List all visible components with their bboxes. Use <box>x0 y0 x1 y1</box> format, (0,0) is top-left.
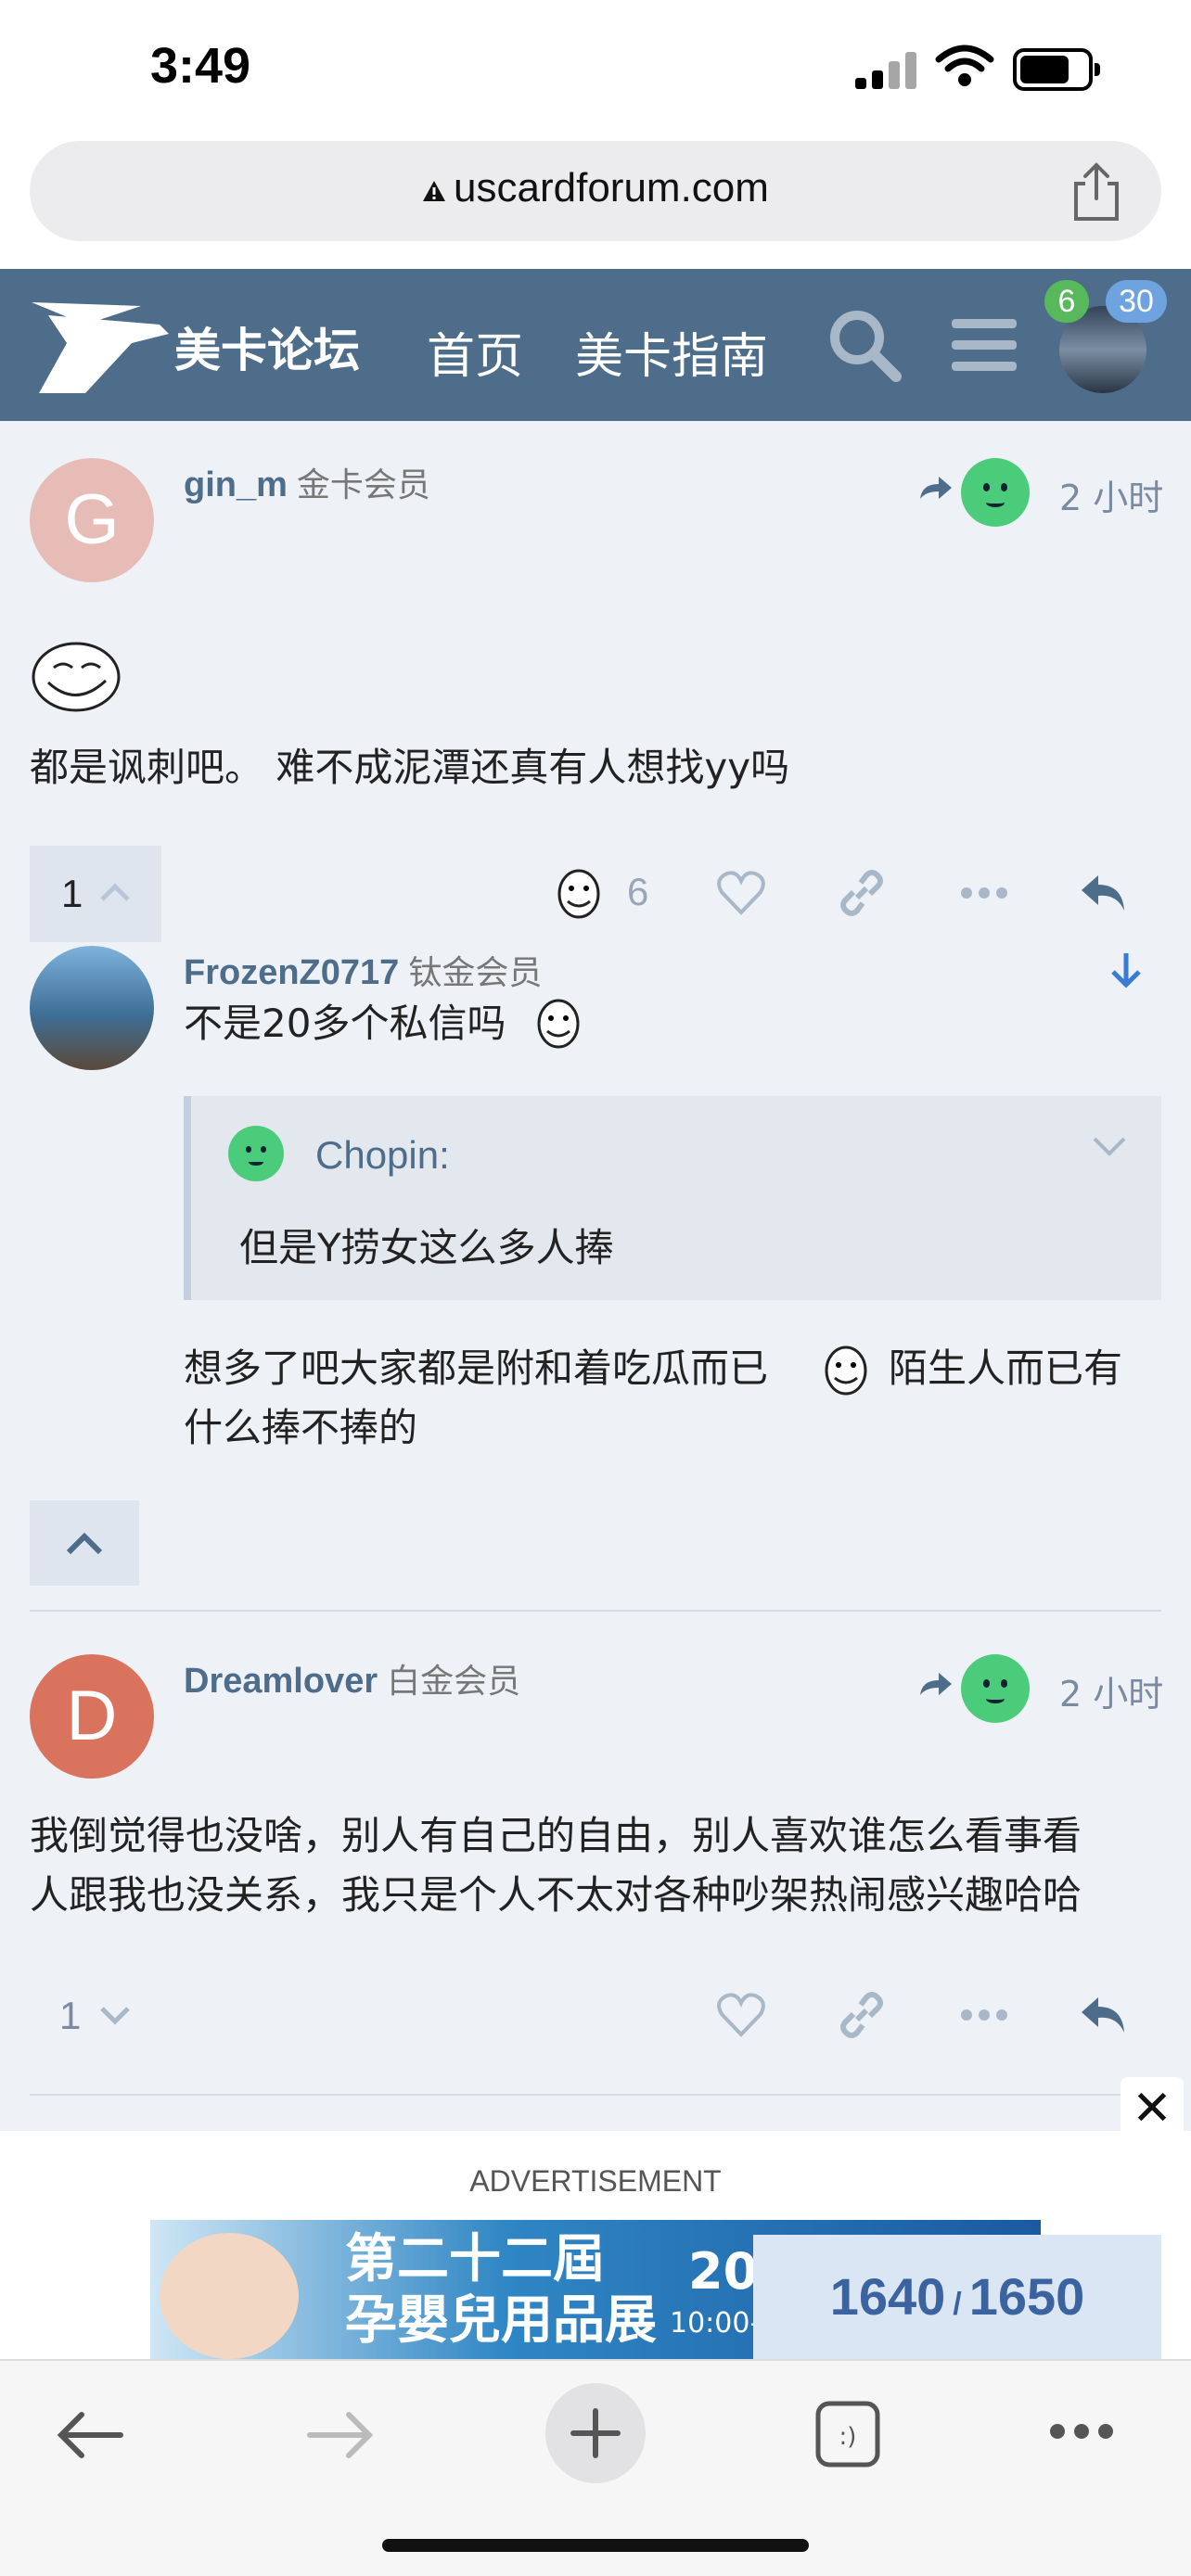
topic-posts: G gin_m 金卡会员 2 小时 都是讽刺吧。 难不成泥潭还真有人想找yy吗 1… <box>0 421 1191 2131</box>
post-divider <box>30 2094 1161 2096</box>
ad-time: 10:00- <box>670 2307 761 2340</box>
message-badge: 30 <box>1106 280 1167 323</box>
status-time: 3:49 <box>150 38 251 94</box>
reply-to-icon[interactable] <box>916 1671 954 1702</box>
chevron-up-icon <box>66 1532 103 1555</box>
back-icon[interactable] <box>52 2407 126 2463</box>
avatar[interactable]: D <box>30 1654 154 1779</box>
post-divider <box>30 1610 1161 1612</box>
meme-face-icon <box>825 1345 867 1396</box>
nav-guide[interactable]: 美卡指南 <box>575 317 768 387</box>
more-icon[interactable] <box>957 1988 1011 2042</box>
more-icon[interactable] <box>957 866 1011 920</box>
chevron-down-icon[interactable] <box>96 2001 134 2029</box>
tabs-icon[interactable]: :) <box>814 2400 881 2468</box>
link-icon[interactable] <box>835 1988 889 2042</box>
forum-brand[interactable]: 美卡论坛 <box>174 313 360 380</box>
chevron-down-icon[interactable] <box>1091 1133 1128 1159</box>
reply-icon[interactable] <box>1076 1988 1130 2042</box>
post-time[interactable]: 2 小时 <box>1059 1665 1163 1716</box>
home-indicator[interactable] <box>382 2539 809 2552</box>
avatar[interactable]: G <box>30 458 154 582</box>
notification-badge: 6 <box>1044 280 1089 323</box>
reply-to-icon[interactable] <box>916 475 954 506</box>
reply-icon[interactable] <box>1076 866 1130 920</box>
url-text: uscardforum.com <box>454 165 769 210</box>
heart-icon[interactable] <box>714 1988 768 2042</box>
meme-face-icon <box>537 999 580 1049</box>
post-body: 不是20多个私信吗 <box>184 1001 506 1046</box>
share-icon[interactable] <box>1069 161 1124 223</box>
menu-icon[interactable] <box>952 317 1017 373</box>
heart-icon[interactable] <box>714 866 768 920</box>
ad-title-line2: 孕嬰兒用品展 <box>345 2290 657 2351</box>
reply-avatar-icon[interactable] <box>961 1654 1030 1723</box>
progress-separator: / <box>953 2287 962 2322</box>
cellular-signal-icon <box>855 52 916 89</box>
reply-avatar-icon[interactable] <box>961 458 1030 527</box>
quote-block: Chopin: 但是Y捞女这么多人捧 <box>184 1096 1161 1300</box>
post-body: 都是讽刺吧。 难不成泥潭还真有人想找yy吗 <box>30 745 790 790</box>
post-author[interactable]: FrozenZ0717 钛金会员 <box>184 946 542 994</box>
new-tab-button[interactable] <box>545 2383 646 2483</box>
forum-header: 美卡论坛 首页 美卡指南 6 30 <box>0 269 1191 421</box>
wifi-icon <box>935 45 994 86</box>
close-ad-button[interactable]: ✕ <box>1121 2077 1184 2140</box>
user-title: 金卡会员 <box>296 466 430 504</box>
warning-icon <box>423 181 446 201</box>
reaction-count: 6 <box>627 870 649 913</box>
arrow-down-icon[interactable] <box>1108 950 1145 990</box>
plus-icon <box>570 2408 621 2458</box>
post-body-line: 我倒觉得也没啥，别人有自己的自由，别人喜欢谁怎么看事看 <box>30 1813 1082 1858</box>
svg-text::): :) <box>839 2423 857 2451</box>
ad-title-line1: 第二十二屆 <box>345 2229 605 2289</box>
post-body-line: 陌生人而已有 <box>889 1345 1123 1391</box>
quote-text: 但是Y捞女这么多人捧 <box>239 1225 614 1270</box>
post-body-line: 什么捧不捧的 <box>184 1405 418 1450</box>
meme-face-icon[interactable] <box>557 868 601 920</box>
ad-baby-image <box>160 2233 299 2359</box>
quote-avatar-icon <box>228 1126 284 1181</box>
progress-current: 1640 <box>829 2267 946 2326</box>
battery-icon <box>1013 48 1100 91</box>
nav-home[interactable]: 首页 <box>427 317 523 387</box>
ad-label: ADVERTISEMENT <box>469 2164 722 2198</box>
collapse-button[interactable] <box>30 1500 139 1586</box>
address-bar[interactable]: uscardforum.com <box>30 141 1161 241</box>
post-body-line: 人跟我也没关系，我只是个人不太对各种吵架热闹感兴趣哈哈 <box>30 1872 1082 1918</box>
user-title: 钛金会员 <box>408 954 543 992</box>
vote-count: 1 <box>61 872 83 915</box>
user-title: 白金会员 <box>387 1663 521 1701</box>
topic-progress[interactable]: 1640/1650 <box>753 2235 1161 2359</box>
forward-icon[interactable] <box>304 2407 378 2463</box>
post-author[interactable]: gin_m 金卡会员 <box>184 458 430 506</box>
post-time[interactable]: 2 小时 <box>1059 469 1163 520</box>
progress-total: 1650 <box>968 2267 1085 2326</box>
status-bar: 3:49 <box>0 0 1191 139</box>
more-options-icon[interactable] <box>1048 2420 1115 2442</box>
forum-logo[interactable] <box>30 297 169 393</box>
chevron-up-icon <box>100 883 130 901</box>
post-author[interactable]: Dreamlover 白金会员 <box>184 1654 520 1702</box>
vote-count[interactable]: 1 <box>59 1994 81 2038</box>
quote-author[interactable]: Chopin: <box>315 1133 450 1178</box>
post-body-line: 想多了吧大家都是附和着吃瓜而已 <box>184 1345 769 1391</box>
vote-button[interactable]: 1 <box>30 846 161 942</box>
link-icon[interactable] <box>835 866 889 920</box>
avatar[interactable] <box>30 946 154 1070</box>
search-icon[interactable] <box>827 308 902 382</box>
troll-face-icon <box>32 642 121 712</box>
